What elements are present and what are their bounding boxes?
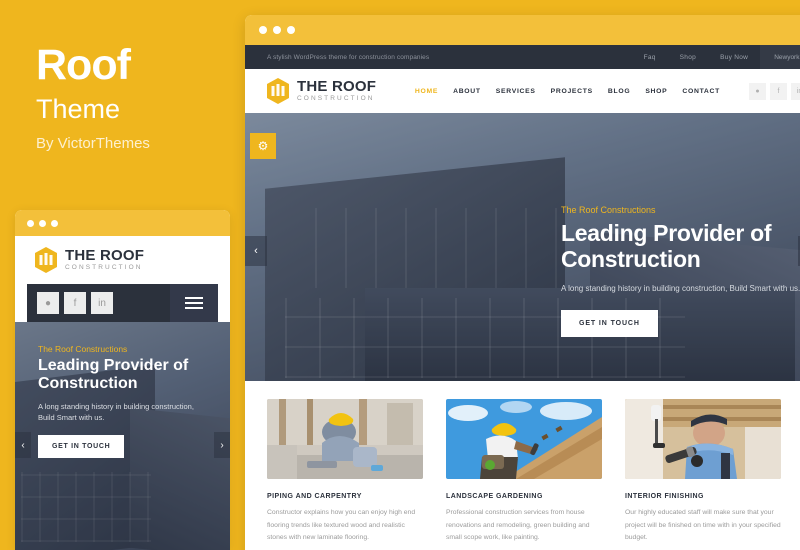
site-tagline: A stylish WordPress theme for constructi…	[267, 53, 430, 61]
service-card[interactable]: PIPING AND CARPENTRY Constructor explain…	[267, 399, 423, 545]
mobile-logo-tagline: CONSTRUCTION	[65, 264, 143, 272]
top-utility-bar: A stylish WordPress theme for constructi…	[245, 45, 800, 69]
hero-description: A long standing history in building cons…	[561, 283, 800, 293]
facebook-icon[interactable]: f	[770, 82, 787, 100]
twitter-icon[interactable]: ●	[37, 292, 59, 314]
city-selector-dropdown[interactable]: Newyork ▾	[760, 45, 800, 69]
painter-with-roller-photo	[625, 399, 781, 479]
service-title: LANDSCAPE GARDENING	[446, 493, 543, 500]
service-title: PIPING AND CARPENTRY	[267, 493, 362, 500]
mobile-hero-content: The Roof Constructions Leading Provider …	[38, 344, 212, 459]
site-header: THE ROOF CONSTRUCTION HOME ABOUT SERVICE…	[245, 69, 800, 113]
mobile-social-links: ● f in	[27, 292, 113, 314]
worker-laying-floor-photo	[267, 399, 423, 479]
hamburger-menu-icon[interactable]	[170, 284, 218, 322]
mobile-hero-title: Leading Provider of Construction	[38, 357, 189, 392]
nav-item-projects[interactable]: PROJECTS	[551, 88, 593, 95]
hero-eyebrow: The Roof Constructions	[561, 205, 656, 215]
mobile-slider-prev-button[interactable]: ‹	[15, 432, 31, 458]
promo-byline: By VictorThemes	[36, 135, 150, 152]
nav-item-home[interactable]: HOME	[415, 88, 438, 95]
promo-title: Roof	[36, 41, 131, 89]
slider-prev-button[interactable]: ‹	[245, 236, 267, 266]
window-maximize-dot[interactable]	[51, 219, 58, 227]
mobile-preview-window: THE ROOF CONSTRUCTION ● f in The Roof Co…	[15, 210, 230, 550]
mobile-slider-next-button[interactable]: ›	[214, 432, 230, 458]
window-close-dot[interactable]	[259, 26, 267, 34]
mobile-hero-eyebrow: The Roof Constructions	[38, 344, 128, 354]
nav-item-contact[interactable]: CONTACT	[682, 88, 720, 95]
mobile-hero-slider: The Roof Constructions Leading Provider …	[15, 322, 230, 550]
nav-item-services[interactable]: SERVICES	[496, 88, 536, 95]
topbar-link-buy-now[interactable]: Buy Now	[708, 45, 760, 69]
window-close-dot[interactable]	[27, 219, 34, 227]
hero-content: The Roof Constructions Leading Provider …	[561, 205, 800, 338]
site-logo[interactable]: THE ROOF CONSTRUCTION	[267, 78, 376, 104]
browser-titlebar	[245, 15, 800, 45]
mobile-logo-name: THE ROOF	[65, 247, 145, 265]
window-minimize-dot[interactable]	[273, 26, 281, 34]
site-logo-tagline: CONSTRUCTION	[297, 95, 375, 103]
gear-icon[interactable]: ⚙	[250, 133, 276, 159]
mobile-window-titlebar	[15, 210, 230, 236]
service-description: Professional construction services from …	[446, 509, 590, 542]
linkedin-icon[interactable]: in	[791, 82, 800, 100]
facebook-icon[interactable]: f	[64, 292, 86, 314]
hero-slider: ⚙ The Roof Constructions Leading Provide…	[245, 113, 800, 381]
roofer-hammering-photo	[446, 399, 602, 479]
promo-subtitle: Theme	[36, 94, 121, 124]
service-title: INTERIOR FINISHING	[625, 493, 704, 500]
site-logo-name: THE ROOF	[297, 78, 377, 96]
nav-item-about[interactable]: ABOUT	[453, 88, 481, 95]
mobile-logo[interactable]: THE ROOF CONSTRUCTION	[15, 236, 230, 284]
roof-hexagon-logo-icon	[35, 247, 57, 273]
mobile-navbar: ● f in	[27, 284, 218, 322]
services-section: PIPING AND CARPENTRY Constructor explain…	[245, 381, 800, 545]
service-description: Our highly educated staff will make sure…	[625, 509, 781, 542]
linkedin-icon[interactable]: in	[91, 292, 113, 314]
get-in-touch-button[interactable]: GET IN TOUCH	[561, 310, 658, 338]
topbar-link-shop[interactable]: Shop	[668, 45, 708, 69]
mobile-hero-description: A long standing history in building cons…	[38, 401, 194, 423]
roof-hexagon-logo-icon	[267, 78, 289, 104]
service-card[interactable]: INTERIOR FINISHING Our highly educated s…	[625, 399, 781, 545]
header-social-links: ● f in	[749, 82, 800, 100]
service-description: Constructor explains how you can enjoy h…	[267, 509, 416, 542]
main-navigation: HOME ABOUT SERVICES PROJECTS BLOG SHOP C…	[415, 82, 800, 100]
top-utility-links: Faq Shop Buy Now Newyork ▾	[632, 45, 800, 69]
desktop-preview-window: A stylish WordPress theme for constructi…	[245, 15, 800, 550]
twitter-icon[interactable]: ●	[749, 82, 766, 100]
hero-title: Leading Provider of Construction	[561, 220, 772, 272]
window-maximize-dot[interactable]	[287, 26, 295, 34]
nav-item-shop[interactable]: SHOP	[645, 88, 667, 95]
nav-item-blog[interactable]: BLOG	[608, 88, 630, 95]
mobile-get-in-touch-button[interactable]: GET IN TOUCH	[38, 435, 125, 459]
promo-panel: Roof Theme By VictorThemes THE ROOF CONS…	[0, 0, 245, 550]
window-minimize-dot[interactable]	[39, 219, 46, 227]
service-card[interactable]: LANDSCAPE GARDENING Professional constru…	[446, 399, 602, 545]
city-selector-label: Newyork	[774, 53, 800, 61]
topbar-link-faq[interactable]: Faq	[632, 45, 668, 69]
